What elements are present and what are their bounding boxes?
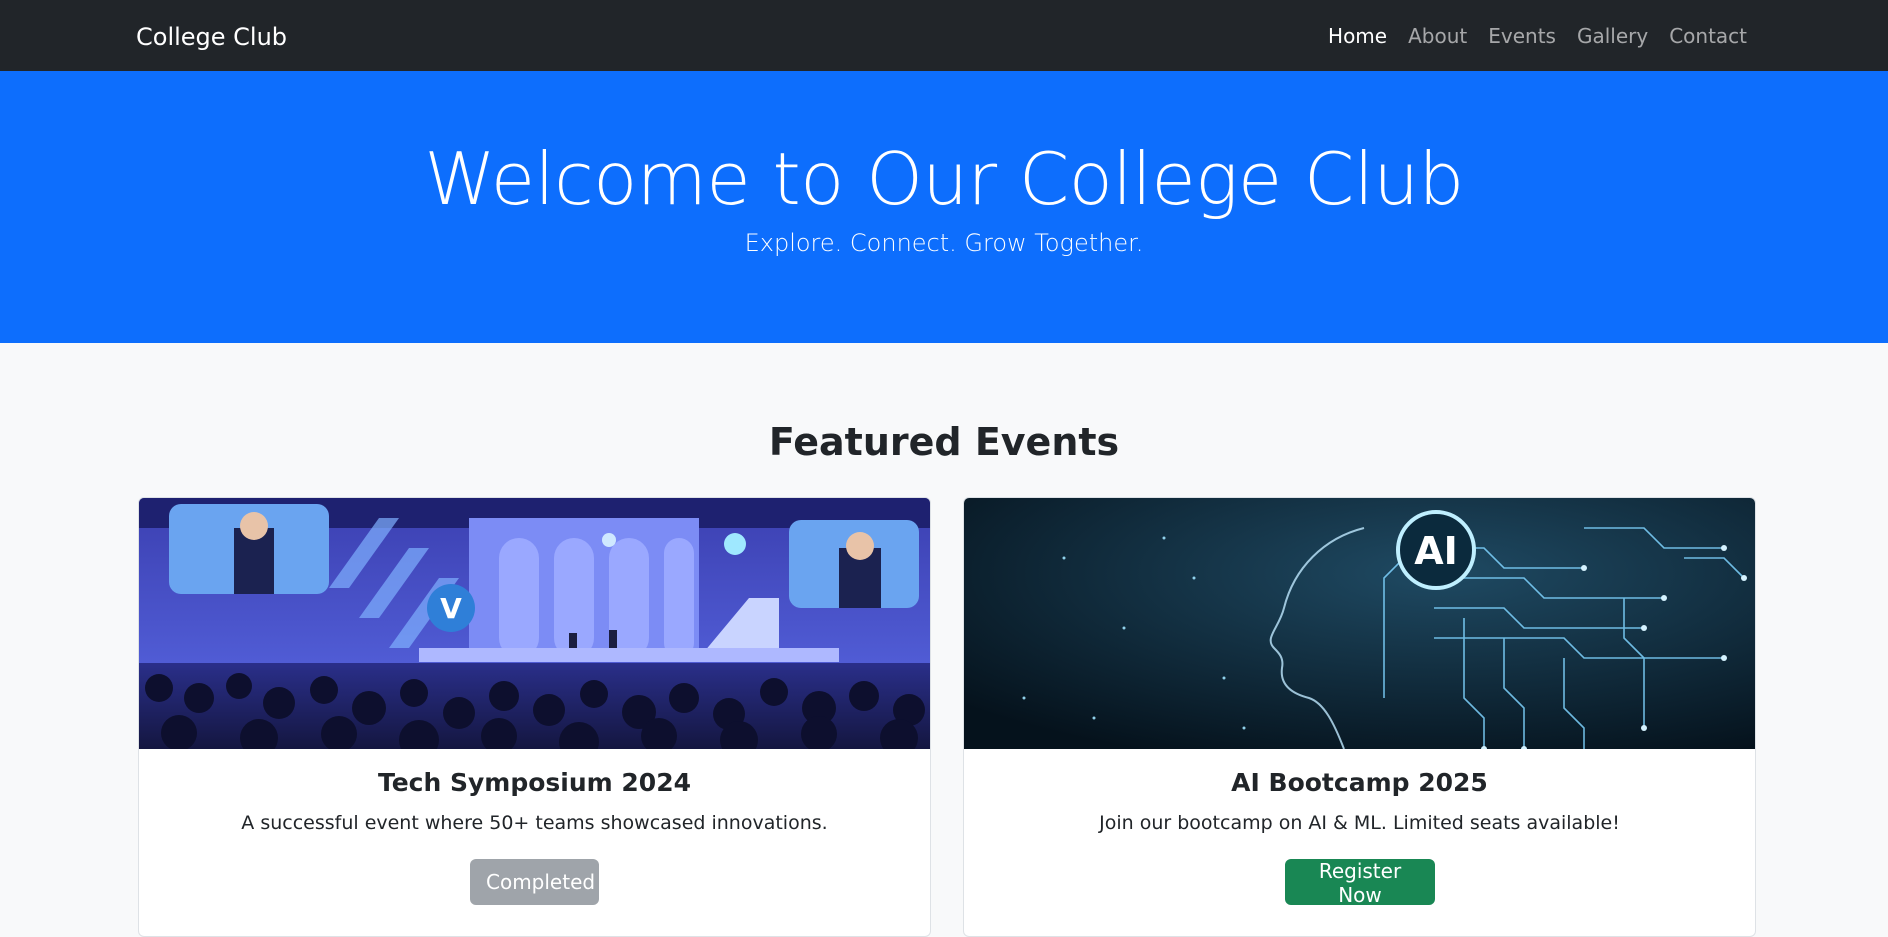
nav-links: Home About Events Gallery Contact xyxy=(1328,0,1747,71)
event-title: AI Bootcamp 2025 xyxy=(1231,768,1488,797)
hero-title: Welcome to Our College Club xyxy=(424,137,1464,221)
nav-link-contact[interactable]: Contact xyxy=(1669,24,1747,48)
event-description: Join our bootcamp on AI & ML. Limited se… xyxy=(1099,812,1620,834)
conference-stage-image: V xyxy=(139,498,930,749)
register-now-button[interactable]: Register Now xyxy=(1285,859,1435,907)
section-heading: Featured Events xyxy=(768,420,1120,464)
hero-banner: Welcome to Our College Club Explore. Con… xyxy=(0,71,1888,343)
nav-link-events[interactable]: Events xyxy=(1488,24,1556,48)
svg-text:V: V xyxy=(440,592,462,625)
ai-brain-image: AI xyxy=(964,498,1755,749)
completed-button[interactable]: Completed xyxy=(470,859,599,905)
event-card-tech-symposium: V Tech Symposium 2024 A successful event… xyxy=(138,497,931,937)
event-card-ai-bootcamp: AI AI Bootcamp 2025 Join our bootcamp on… xyxy=(963,497,1756,937)
ai-image-label: AI xyxy=(1414,529,1458,573)
nav-link-home[interactable]: Home xyxy=(1328,24,1387,48)
nav-link-gallery[interactable]: Gallery xyxy=(1577,24,1648,48)
nav-link-about[interactable]: About xyxy=(1408,24,1467,48)
event-description: A successful event where 50+ teams showc… xyxy=(241,812,828,834)
event-title: Tech Symposium 2024 xyxy=(377,768,691,797)
hero-subtitle: Explore. Connect. Grow Together. xyxy=(744,229,1144,257)
brand-link[interactable]: College Club xyxy=(136,0,287,71)
navbar: College Club Home About Events Gallery C… xyxy=(0,0,1888,71)
